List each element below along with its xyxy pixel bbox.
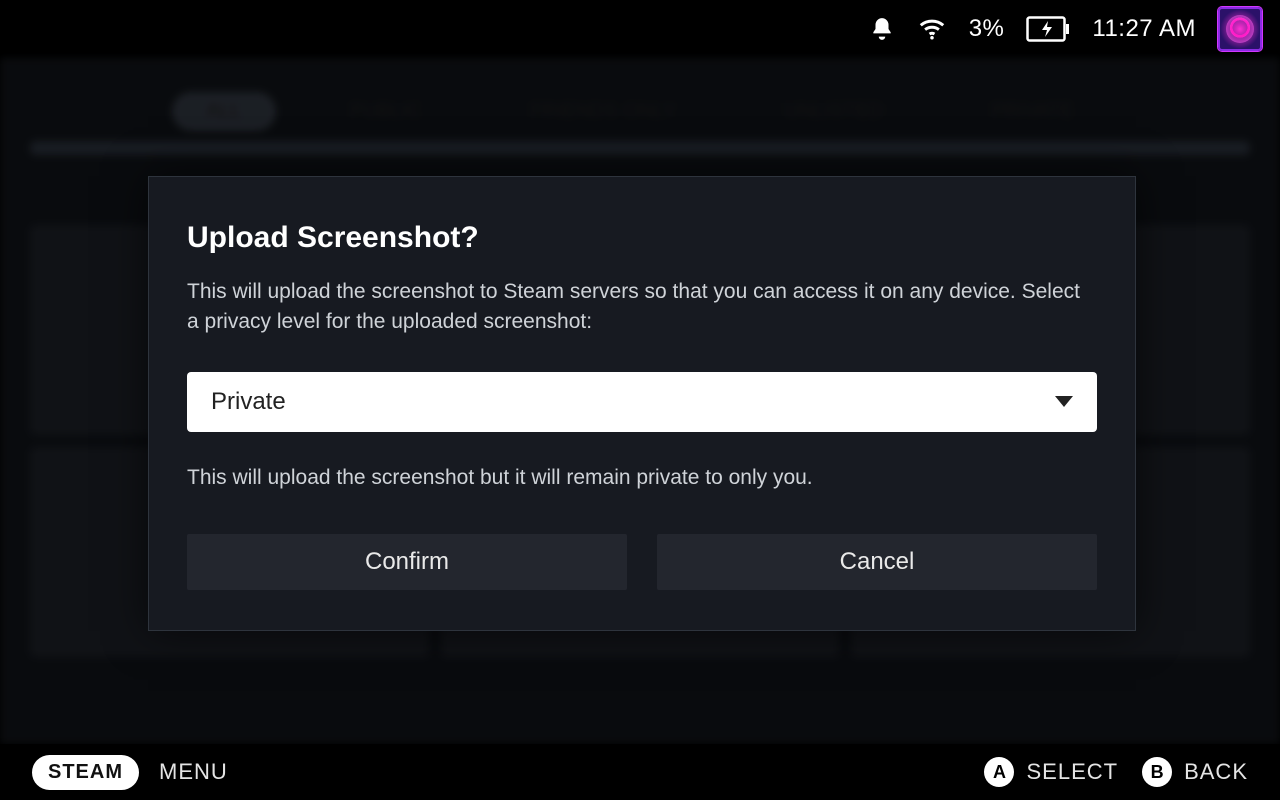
upload-screenshot-dialog: Upload Screenshot? This will upload the … xyxy=(148,176,1136,631)
menu-label: MENU xyxy=(159,759,228,785)
bell-icon[interactable] xyxy=(869,16,895,42)
a-button-label: SELECT xyxy=(1026,759,1118,785)
wifi-icon xyxy=(917,14,947,44)
chevron-down-icon xyxy=(1055,396,1073,407)
footer-hint-select: A SELECT xyxy=(984,757,1118,787)
cancel-button[interactable]: Cancel xyxy=(657,534,1097,590)
avatar[interactable] xyxy=(1218,7,1262,51)
privacy-select-value: Private xyxy=(211,388,286,416)
dialog-button-row: Confirm Cancel xyxy=(187,534,1097,590)
battery-percent: 3% xyxy=(969,15,1005,43)
battery-charging-icon xyxy=(1026,16,1070,42)
b-button-label: BACK xyxy=(1184,759,1248,785)
a-button-icon: A xyxy=(984,757,1014,787)
dialog-title: Upload Screenshot? xyxy=(187,221,1097,255)
dialog-description: This will upload the screenshot to Steam… xyxy=(187,277,1097,338)
privacy-hint: This will upload the screenshot but it w… xyxy=(187,466,1097,490)
steam-button[interactable]: STEAM xyxy=(32,755,139,790)
status-bar: 3% 11:27 AM xyxy=(0,0,1280,58)
footer-bar: STEAM MENU A SELECT B BACK xyxy=(0,744,1280,800)
privacy-select[interactable]: Private xyxy=(187,372,1097,432)
confirm-button[interactable]: Confirm xyxy=(187,534,627,590)
b-button-icon: B xyxy=(1142,757,1172,787)
footer-hint-back: B BACK xyxy=(1142,757,1248,787)
clock: 11:27 AM xyxy=(1092,15,1196,43)
modal-overlay: Upload Screenshot? This will upload the … xyxy=(0,58,1280,744)
